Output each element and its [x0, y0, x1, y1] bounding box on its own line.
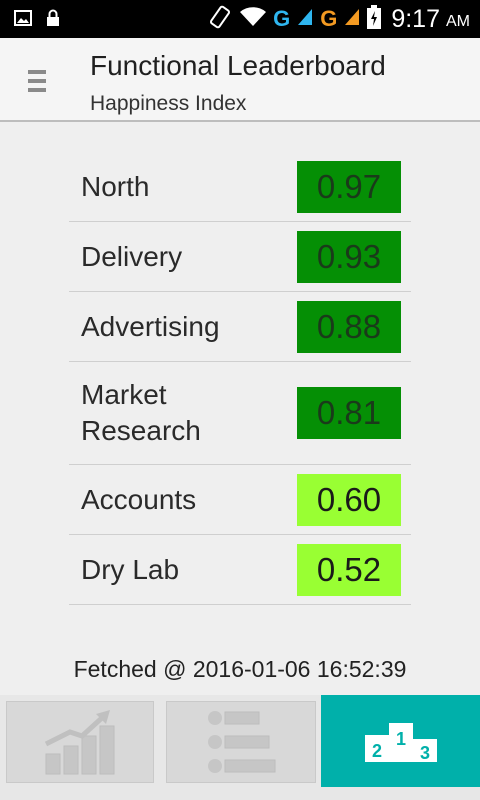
department-name: Dry Lab: [81, 553, 180, 585]
podium-second: 2: [371, 741, 381, 761]
bottom-nav: 2 1 3: [0, 695, 480, 800]
leaderboard-list: North 0.97 Delivery 0.93 Advertising 0.8…: [69, 152, 411, 605]
page-title: Functional Leaderboard: [90, 50, 386, 81]
score-badge: 0.88: [297, 300, 401, 353]
list-item[interactable]: Advertising 0.88: [69, 292, 411, 362]
list-item[interactable]: North 0.97: [69, 152, 411, 222]
image-notification-icon: [14, 9, 32, 32]
status-bar: G G 9:17 AM: [0, 0, 480, 38]
department-name: North: [81, 170, 150, 202]
wifi-icon: [239, 6, 267, 33]
lock-icon: [46, 9, 60, 32]
score-badge: 0.93: [297, 230, 401, 283]
nav-list-button[interactable]: [166, 701, 316, 783]
list-item[interactable]: Accounts 0.60: [69, 465, 411, 535]
department-name: Advertising: [81, 310, 220, 342]
nav-trend-button[interactable]: [6, 701, 154, 783]
action-bar: Functional Leaderboard Happiness Index: [0, 38, 480, 122]
fetched-timestamp: Fetched @ 2016-01-06 16:52:39: [73, 656, 407, 682]
score-badge: 0.52: [297, 543, 401, 596]
score-badge: 0.81: [297, 387, 401, 439]
signal-1-icon: [296, 7, 314, 32]
list-item[interactable]: Delivery 0.93: [69, 222, 411, 292]
rotation-icon: [207, 4, 233, 35]
department-name: Accounts: [81, 483, 197, 515]
podium-third: 3: [419, 743, 429, 763]
network-type-1: G: [273, 6, 291, 31]
clock-time: 9:17: [391, 5, 440, 33]
signal-2-icon: [343, 7, 361, 32]
department-name: Market Research: [81, 379, 201, 446]
nav-leaderboard-button[interactable]: 2 1 3: [321, 695, 480, 787]
podium-first: 1: [395, 729, 405, 749]
clock-ampm: AM: [446, 13, 470, 30]
score-badge: 0.60: [297, 473, 401, 526]
network-type-2: G: [320, 6, 338, 31]
list-item[interactable]: Market Research 0.81: [69, 362, 411, 465]
battery-charging-icon: [367, 4, 382, 34]
score-badge: 0.97: [297, 160, 401, 213]
menu-icon[interactable]: [28, 70, 46, 92]
list-item[interactable]: Dry Lab 0.52: [69, 535, 411, 605]
department-name: Delivery: [81, 240, 183, 272]
page-subtitle: Happiness Index: [90, 92, 247, 115]
